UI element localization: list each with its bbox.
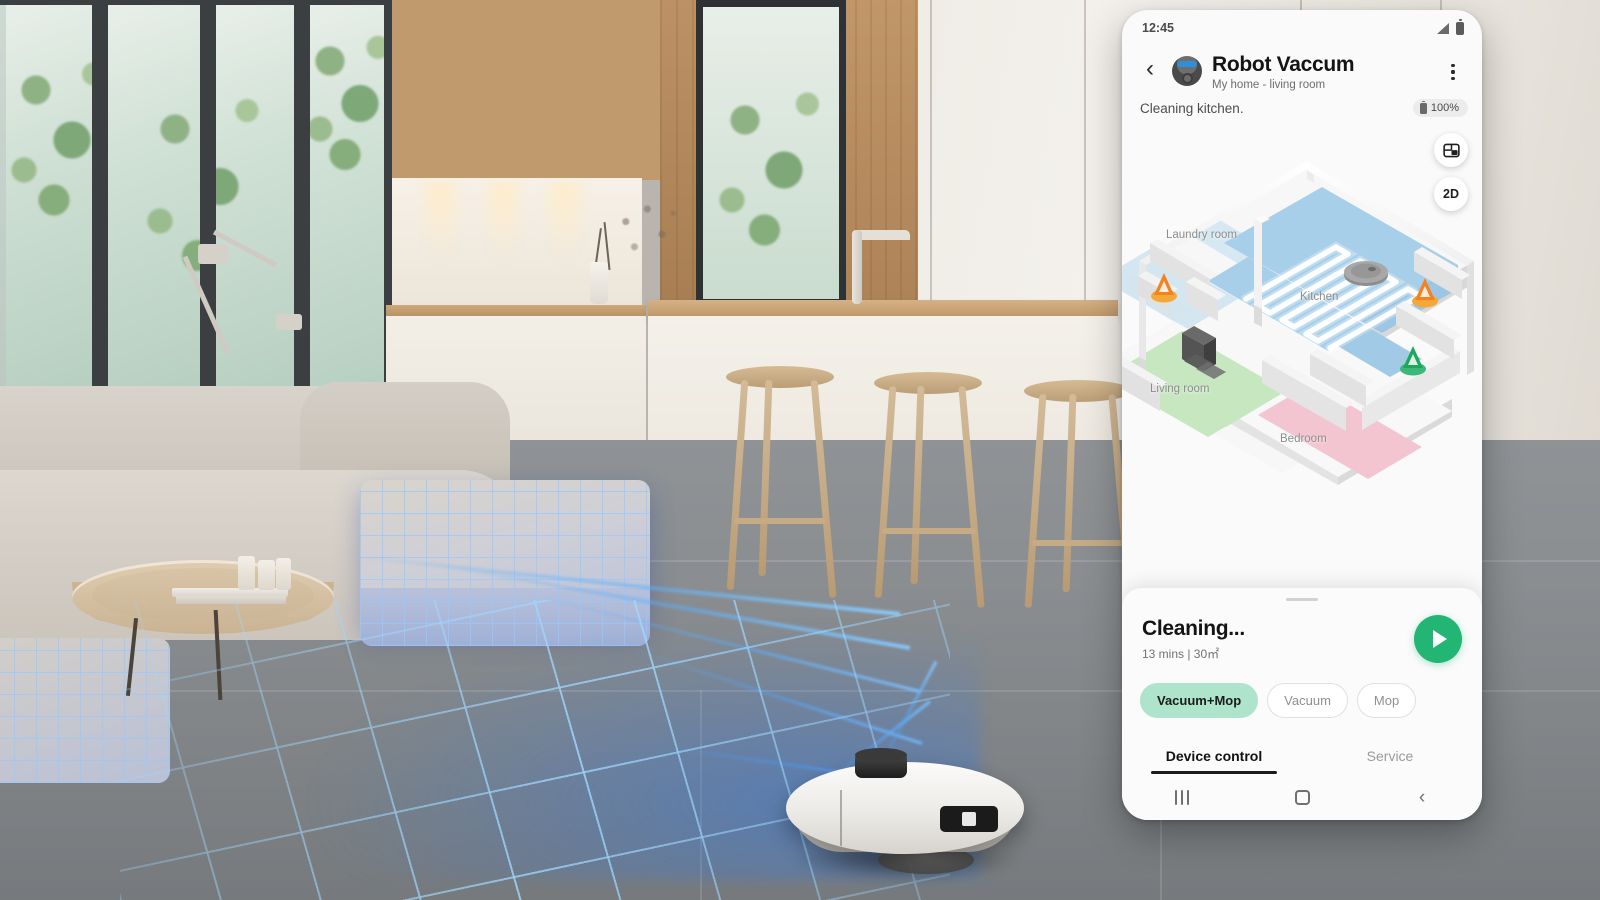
signal-bars-icon	[1437, 22, 1449, 34]
robot-vacuum-sensor-led	[962, 812, 976, 826]
page-title: Robot Vaccum	[1212, 53, 1355, 76]
robot-vacuum-marker-icon	[1344, 261, 1388, 287]
window-frame	[696, 0, 846, 306]
room-label-laundry: Laundry room	[1166, 229, 1237, 242]
drag-handle[interactable]	[1286, 597, 1318, 601]
cleaning-title: Cleaning...	[1142, 616, 1245, 640]
robot-vacuum-icon	[1172, 56, 1202, 86]
play-icon	[1433, 630, 1447, 648]
vase	[590, 262, 608, 304]
wood-wall-panel	[392, 0, 672, 180]
tab-device-control[interactable]: Device control	[1126, 738, 1302, 774]
faucet	[852, 230, 862, 304]
device-status-text: Cleaning kitchen.	[1140, 100, 1244, 116]
device-status-row: Cleaning kitchen. 100%	[1122, 91, 1482, 121]
battery-level: 100%	[1430, 102, 1459, 115]
phone-mockup: 12:45 ‹ Robot Vaccum My home - living ro…	[1122, 10, 1482, 820]
android-nav-bar: ‹	[1122, 774, 1482, 820]
back-icon[interactable]: ‹	[1394, 779, 1450, 815]
cleaning-summary-row: Cleaning... 13 mins | 30㎡	[1122, 615, 1482, 663]
control-sheet: Cleaning... 13 mins | 30㎡ Vacuum+Mop Vac…	[1122, 587, 1482, 820]
status-bar: 12:45	[1122, 10, 1482, 46]
lamp-head	[198, 244, 228, 264]
map-controls: 2D	[1434, 133, 1468, 212]
room-label-living: Living room	[1150, 383, 1210, 396]
robot-vacuum-lidar-cap	[855, 748, 907, 762]
app-header: ‹ Robot Vaccum My home - living room	[1122, 46, 1482, 91]
tab-service[interactable]: Service	[1302, 738, 1478, 774]
mode-chip-group: Vacuum+Mop Vacuum Mop	[1122, 663, 1482, 718]
candle	[238, 556, 255, 590]
map-edit-glyph	[1442, 143, 1460, 157]
window-mullion	[200, 0, 216, 400]
cleaning-meta: 13 mins | 30㎡	[1142, 646, 1220, 661]
recents-icon[interactable]	[1154, 779, 1210, 815]
status-badge: 100%	[1412, 99, 1468, 118]
window-mullion	[92, 0, 108, 400]
play-button[interactable]	[1414, 615, 1462, 663]
candle	[258, 560, 275, 590]
back-button[interactable]: ‹	[1138, 52, 1162, 86]
sheet-tabs: Device control Service	[1122, 738, 1482, 774]
spotlight-glow	[476, 182, 530, 266]
kebab-menu-icon[interactable]	[1442, 52, 1464, 80]
floor-plan-map[interactable]: Laundry room Kitchen Living room Bedroom…	[1122, 121, 1482, 522]
map-view-toggle[interactable]: 2D	[1434, 177, 1468, 212]
page-subtitle: My home - living room	[1212, 79, 1326, 92]
map-edit-icon[interactable]	[1434, 133, 1468, 168]
mode-chip-vacuum[interactable]: Vacuum	[1267, 683, 1348, 718]
wall	[1467, 261, 1474, 376]
battery-icon	[1456, 19, 1464, 35]
status-bar-time: 12:45	[1142, 21, 1174, 35]
robot-vacuum-seam	[840, 790, 842, 846]
floor-plan-svg	[1122, 161, 1474, 486]
lamp-base	[276, 314, 302, 330]
battery-icon	[1419, 100, 1427, 114]
room-label-kitchen: Kitchen	[1300, 291, 1339, 304]
mode-chip-vacuum-mop[interactable]: Vacuum+Mop	[1140, 683, 1259, 718]
candle	[276, 558, 291, 590]
window-mullion	[294, 0, 310, 400]
mode-chip-mop[interactable]: Mop	[1356, 683, 1417, 718]
home-icon[interactable]	[1274, 779, 1330, 815]
spotlight-glow	[538, 182, 592, 266]
room-label-bedroom: Bedroom	[1280, 433, 1327, 446]
spotlight-glow	[414, 182, 468, 266]
dried-flowers	[600, 188, 686, 272]
cabinet-seam	[930, 0, 932, 300]
